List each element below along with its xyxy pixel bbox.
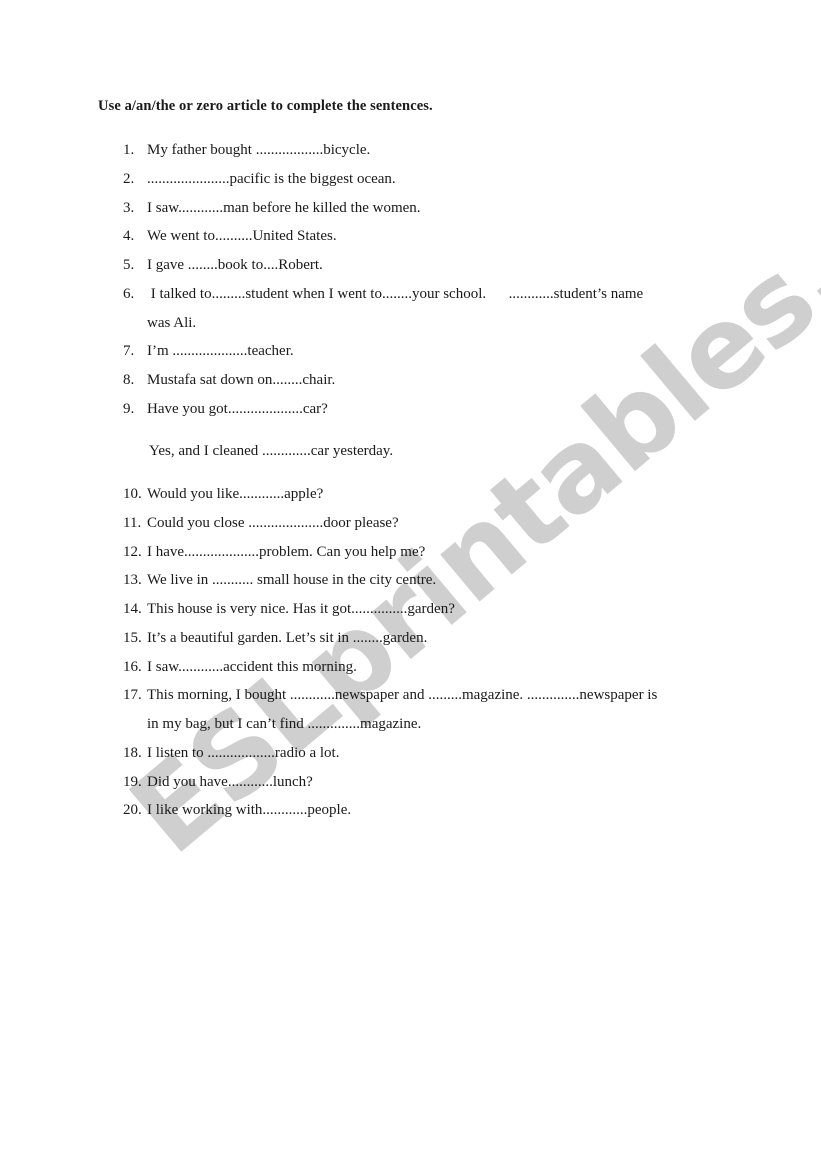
item-text: I like working with............people. [147,802,352,818]
item-number: 14. [123,601,142,617]
exercise-item-6-continuation: was Ali. [147,315,197,331]
item-number: 15. [123,630,142,646]
item-text: My father bought ..................bicyc… [147,142,371,158]
item-text: I listen to ..................radio a lo… [147,745,340,761]
item-text: Could you close ....................door… [147,515,399,531]
item-number: 20. [123,802,142,818]
item-text: Mustafa sat down on........chair. [147,372,336,388]
item-number: 8. [123,372,135,388]
item-text: Would you like............apple? [147,486,324,502]
item-text: I gave ........book to....Robert. [147,257,323,273]
item-number: 11. [123,515,142,531]
item-number: 2. [123,171,135,187]
item-text: I’m ....................teacher. [147,343,294,359]
item-number: 17. [123,687,142,703]
item-text: This house is very nice. Has it got.....… [147,601,455,617]
item-text: We live in ........... small house in th… [147,572,437,588]
item-number: 4. [123,228,135,244]
exercise-item-17-continuation: in my bag, but I can’t find ............… [147,716,422,732]
exercise-item-9-continuation: Yes, and I cleaned .............car yest… [149,443,394,459]
item-text: We went to..........United States. [147,228,337,244]
item-text: I saw............accident this morning. [147,659,357,675]
item-text: Have you got....................car? [147,401,328,417]
item-number: 12. [123,544,142,560]
item-number: 1. [123,142,135,158]
item-text: This morning, I bought ............newsp… [147,687,658,703]
item-text: I talked to.........student when I went … [147,286,644,302]
item-number: 3. [123,200,135,216]
item-text: I saw............man before he killed th… [147,200,421,216]
item-number: 19. [123,774,142,790]
item-number: 5. [123,257,135,273]
item-number: 13. [123,572,142,588]
item-text: Did you have............lunch? [147,774,313,790]
item-text: It’s a beautiful garden. Let’s sit in ..… [147,630,428,646]
item-text: I have....................problem. Can y… [147,544,426,560]
worksheet-page: Use a/an/the or zero article to complete… [0,0,821,1169]
item-number: 16. [123,659,142,675]
item-number: 6. [123,286,135,302]
item-number: 7. [123,343,135,359]
item-number: 18. [123,745,142,761]
item-number: 10. [123,486,142,502]
item-number: 9. [123,401,135,417]
instructions-heading: Use a/an/the or zero article to complete… [98,98,433,114]
item-text: ......................pacific is the big… [147,171,396,187]
